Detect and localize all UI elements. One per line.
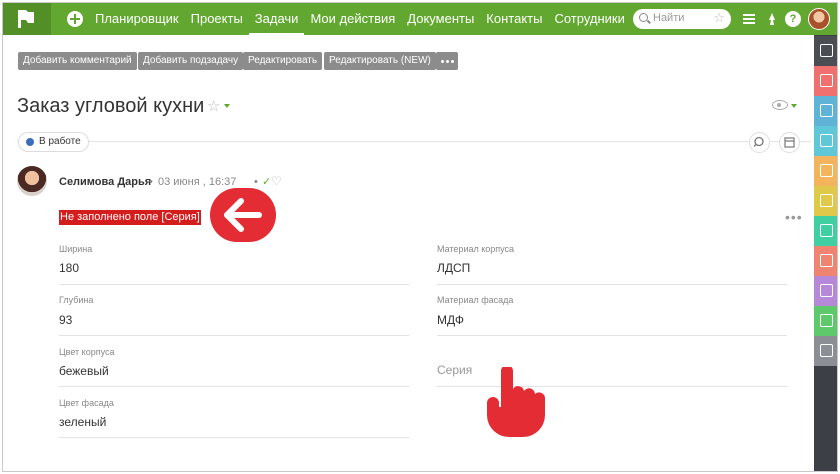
edit-new-button[interactable]: Редактировать (NEW) — [324, 52, 436, 70]
search-icon — [639, 13, 648, 22]
hamburger-menu-icon[interactable] — [741, 12, 757, 28]
sidebar-item-inbox[interactable] — [814, 276, 837, 306]
sidebar-item-pulse[interactable] — [814, 336, 837, 366]
documents-icon — [820, 134, 833, 147]
add-subtask-button[interactable]: Добавить подзадачу — [138, 52, 244, 70]
nav-item-tasks[interactable]: Задачи — [248, 3, 305, 35]
sidebar-item-list[interactable] — [814, 66, 837, 96]
comment-author-avatar[interactable] — [17, 166, 47, 196]
create-new-icon[interactable] — [67, 11, 83, 27]
sidebar-item-bell[interactable] — [814, 156, 837, 186]
sidebar-item-search-person[interactable] — [814, 216, 837, 246]
field-divider — [59, 284, 409, 285]
main-nav: Планировщик Проекты Задачи Мои действия … — [89, 3, 631, 35]
arrow-left-icon — [224, 198, 262, 232]
calendar-button[interactable] — [779, 132, 800, 153]
nav-item-employees[interactable]: Сотрудники — [548, 3, 630, 35]
field-value-body-color: бежевый — [59, 364, 109, 378]
field-divider — [437, 335, 787, 336]
status-badge[interactable]: В работе — [18, 132, 89, 152]
validation-error: Не заполнено поле [Серия] — [59, 210, 201, 225]
sidebar-item-contact-card[interactable] — [814, 246, 837, 276]
right-sidebar — [814, 35, 837, 471]
field-label-body-color: Цвет корпуса — [59, 347, 115, 357]
nav-item-planner[interactable]: Планировщик — [89, 3, 185, 35]
field-label-width: Ширина — [59, 244, 93, 254]
calendar-icon — [784, 137, 795, 148]
favorite-star-icon[interactable]: ☆ — [207, 97, 220, 115]
list-icon — [820, 74, 833, 87]
field-label-body-material: Материал корпуса — [437, 244, 515, 254]
sidebar-item-org-chart[interactable] — [814, 96, 837, 126]
sidebar-item-clipboard[interactable] — [814, 186, 837, 216]
more-options-icon[interactable]: ••• — [785, 209, 803, 225]
status-dot-icon — [26, 138, 34, 146]
eye-icon[interactable] — [772, 100, 788, 110]
chat-icon — [820, 314, 833, 327]
flag-logo-icon — [18, 10, 34, 28]
meta-separator: • — [254, 176, 258, 188]
field-value-depth: 93 — [59, 313, 73, 327]
field-divider — [437, 284, 787, 285]
inbox-icon — [820, 284, 833, 297]
user-status-icon[interactable] — [764, 11, 780, 27]
more-actions-button[interactable] — [436, 52, 458, 70]
app-window: Планировщик Проекты Задачи Мои действия … — [2, 2, 838, 472]
nav-item-my-actions[interactable]: Мои действия — [304, 3, 401, 35]
search-person-icon — [820, 224, 833, 237]
edit-button[interactable]: Редактировать — [243, 52, 323, 70]
field-value-width: 180 — [59, 261, 80, 275]
contact-card-icon — [820, 254, 833, 267]
chevron-down-icon[interactable] — [224, 104, 230, 108]
comment-date: 03 июня , 16:37 — [158, 176, 237, 188]
field-value-body-material: ЛДСП — [437, 261, 471, 275]
task-title: Заказ угловой кухни — [17, 95, 205, 117]
search-placeholder: Найти — [653, 12, 685, 24]
nav-item-contacts[interactable]: Контакты — [480, 3, 548, 35]
search-icon — [753, 136, 764, 147]
sidebar-item-edit-list[interactable] — [814, 36, 837, 66]
sidebar-item-chat[interactable] — [814, 306, 837, 336]
user-avatar[interactable] — [808, 8, 830, 30]
add-comment-button[interactable]: Добавить комментарий — [18, 52, 137, 70]
nav-item-documents[interactable]: Документы — [401, 3, 480, 35]
favorite-star-icon[interactable]: ☆ — [713, 10, 725, 26]
divider — [17, 141, 811, 142]
annotation-arrow — [210, 188, 276, 242]
meta-separator: • — [149, 176, 153, 188]
edit-list-icon — [820, 44, 833, 57]
search-input[interactable]: Найти ☆ — [633, 9, 731, 29]
org-chart-icon — [820, 104, 833, 117]
top-navigation-bar: Планировщик Проекты Задачи Мои действия … — [3, 3, 837, 35]
series-field-input[interactable]: Серия — [437, 363, 472, 377]
pulse-icon — [820, 344, 833, 357]
comment-author[interactable]: Селимова Дарья — [59, 176, 151, 188]
nav-item-projects[interactable]: Проекты — [185, 3, 249, 35]
app-logo[interactable] — [3, 3, 51, 35]
bell-icon — [820, 164, 833, 177]
field-divider — [59, 386, 409, 387]
heart-icon[interactable]: ♡ — [271, 174, 282, 188]
field-divider — [59, 335, 409, 336]
pointing-hand-icon — [487, 367, 545, 437]
field-label-facade-material: Материал фасада — [437, 295, 514, 305]
field-label-facade-color: Цвет фасада — [59, 398, 114, 408]
field-divider — [59, 437, 409, 438]
checkmark-icon: ✓ — [262, 176, 272, 188]
field-value-facade-color: зеленый — [59, 415, 107, 429]
field-label-depth: Глубина — [59, 295, 94, 305]
search-comments-button[interactable] — [749, 132, 770, 153]
field-value-facade-material: МДФ — [437, 313, 464, 327]
help-icon[interactable]: ? — [785, 11, 801, 27]
chevron-down-icon[interactable] — [791, 104, 797, 108]
sidebar-item-documents[interactable] — [814, 126, 837, 156]
status-label: В работе — [39, 136, 81, 147]
clipboard-icon — [820, 194, 833, 207]
